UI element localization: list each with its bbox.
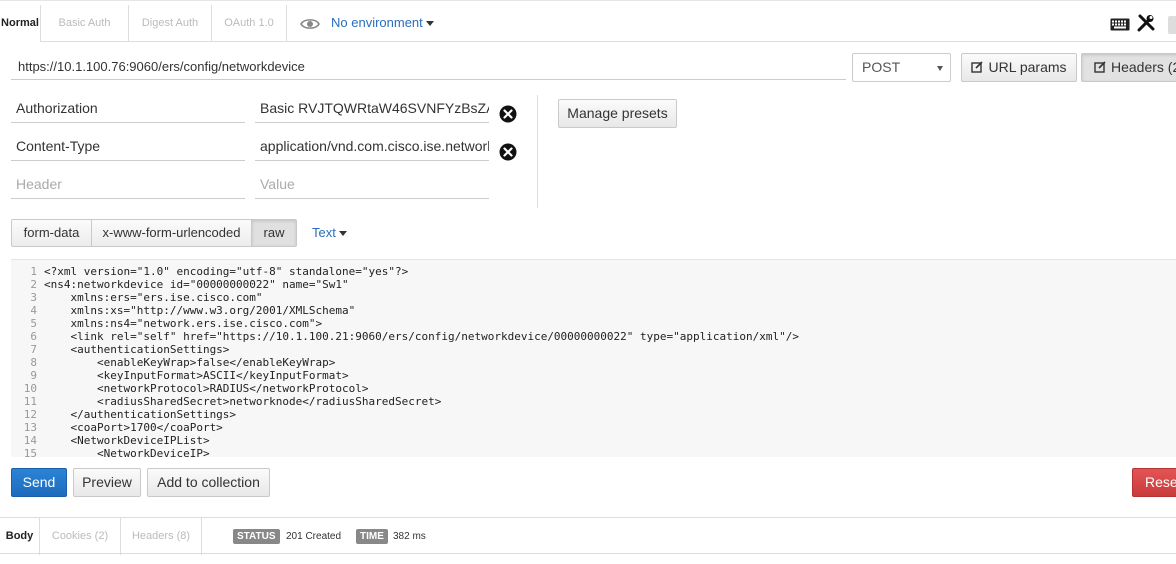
code-line[interactable]: <NetworkDeviceIP>: [44, 447, 799, 457]
tab-basic-auth[interactable]: Basic Auth: [41, 5, 129, 42]
body-mode-form-data[interactable]: form-data: [11, 219, 92, 247]
eye-icon[interactable]: [300, 17, 320, 31]
response-tab-bar: Body Cookies (2) Headers (8) STATUS 201 …: [0, 517, 1176, 555]
code-line[interactable]: <radiusSharedSecret>networknode</radiusS…: [44, 395, 799, 408]
code-line[interactable]: <?xml version="1.0" encoding="utf-8" sta…: [44, 265, 799, 278]
time-value: 382 ms: [393, 531, 426, 542]
line-number: 2: [30, 278, 37, 291]
line-number: 1: [30, 265, 37, 278]
remove-icon[interactable]: [499, 105, 517, 123]
body-format-label: Text: [312, 225, 336, 240]
headers-button[interactable]: Headers (2: [1081, 53, 1176, 82]
method-select[interactable]: POST: [852, 53, 951, 82]
line-number-gutter: 1 2 3 4 5 6 7 8 9 10 11 12 13 14 15: [11, 265, 37, 457]
line-number: 9: [30, 369, 37, 382]
tools-icon[interactable]: [1137, 14, 1155, 32]
code-content[interactable]: <?xml version="1.0" encoding="utf-8" sta…: [44, 265, 799, 457]
remove-icon[interactable]: [499, 143, 517, 161]
url-input[interactable]: [11, 53, 846, 80]
code-editor[interactable]: 1 2 3 4 5 6 7 8 9 10 11 12 13 14 15 <?xml version="1.0…: [11, 259, 1176, 457]
header-key-field[interactable]: Content-Type: [11, 133, 245, 161]
body-mode-urlencoded[interactable]: x-www-form-urlencoded: [91, 219, 252, 247]
code-line[interactable]: <coaPort>1700</coaPort>: [44, 421, 799, 434]
time-badge: TIME: [356, 529, 388, 544]
code-line[interactable]: <ns4:networkdevice id="00000000022" name…: [44, 278, 799, 291]
header-key-placeholder[interactable]: Header: [11, 171, 245, 199]
environment-selector[interactable]: No environment: [331, 5, 434, 42]
code-line[interactable]: <keyInputFormat>ASCII</keyInputFormat>: [44, 369, 799, 382]
code-line[interactable]: <networkProtocol>RADIUS</networkProtocol…: [44, 382, 799, 395]
vertical-divider: [537, 95, 538, 208]
manage-presets-button[interactable]: Manage presets: [558, 99, 677, 128]
tab-cookies[interactable]: Cookies (2): [40, 518, 121, 555]
tab-body[interactable]: Body: [0, 518, 40, 555]
code-line[interactable]: xmlns:ns4="network.ers.ise.cisco.com">: [44, 317, 799, 330]
line-number: 6: [30, 330, 37, 343]
code-line[interactable]: <link rel="self" href="https://10.1.100.…: [44, 330, 799, 343]
preview-button[interactable]: Preview: [73, 468, 141, 497]
url-params-label: URL params: [988, 59, 1067, 75]
code-line[interactable]: xmlns:xs="http://www.w3.org/2001/XMLSche…: [44, 304, 799, 317]
url-params-button[interactable]: URL params: [961, 53, 1077, 82]
code-line[interactable]: <authenticationSettings>: [44, 343, 799, 356]
line-number: 12: [23, 408, 37, 421]
header-value-placeholder[interactable]: Value: [255, 171, 489, 199]
tab-response-headers[interactable]: Headers (8): [121, 518, 202, 555]
overflow-button[interactable]: [1168, 16, 1176, 34]
send-button[interactable]: Send: [11, 468, 67, 497]
edit-icon: [971, 61, 984, 73]
keyboard-icon[interactable]: [1110, 18, 1130, 31]
environment-label: No environment: [331, 15, 423, 30]
tab-digest-auth[interactable]: Digest Auth: [129, 5, 212, 42]
method-value: POST: [862, 59, 901, 75]
auth-tab-bar: Normal Basic Auth Digest Auth OAuth 1.0 …: [0, 5, 1176, 42]
reset-button[interactable]: Reset: [1132, 468, 1176, 497]
chevron-down-icon: [338, 231, 347, 237]
line-number: 14: [23, 434, 37, 447]
line-number: 8: [30, 356, 37, 369]
line-number: 15: [23, 447, 37, 457]
code-line[interactable]: </authenticationSettings>: [44, 408, 799, 421]
chevron-down-icon: [425, 21, 434, 27]
add-to-collection-button[interactable]: Add to collection: [147, 468, 270, 497]
line-number: 11: [23, 395, 37, 408]
line-number: 7: [30, 343, 37, 356]
tab-oauth[interactable]: OAuth 1.0: [212, 5, 287, 42]
line-number: 5: [30, 317, 37, 330]
header-value-field[interactable]: application/vnd.com.cisco.ise.network.: [255, 133, 489, 161]
body-format-dropdown[interactable]: Text: [312, 219, 347, 247]
line-number: 10: [23, 382, 37, 395]
edit-icon: [1094, 61, 1106, 73]
header-key-field[interactable]: Authorization: [11, 95, 245, 123]
select-arrow-icon: [937, 66, 943, 71]
header-value-field[interactable]: Basic RVJTQWRtaW46SVNFYzBsZA=: [255, 95, 489, 123]
code-line[interactable]: <NetworkDeviceIPList>: [44, 434, 799, 447]
code-line[interactable]: xmlns:ers="ers.ise.cisco.com": [44, 291, 799, 304]
line-number: 13: [23, 421, 37, 434]
status-value: 201 Created: [286, 531, 342, 542]
line-number: 3: [30, 291, 37, 304]
status-badge: STATUS: [233, 529, 280, 544]
line-number: 4: [30, 304, 37, 317]
code-line[interactable]: <enableKeyWrap>false</enableKeyWrap>: [44, 356, 799, 369]
tab-normal[interactable]: Normal: [0, 5, 41, 42]
body-mode-raw[interactable]: raw: [251, 219, 297, 247]
headers-button-label: Headers (2: [1111, 59, 1176, 75]
